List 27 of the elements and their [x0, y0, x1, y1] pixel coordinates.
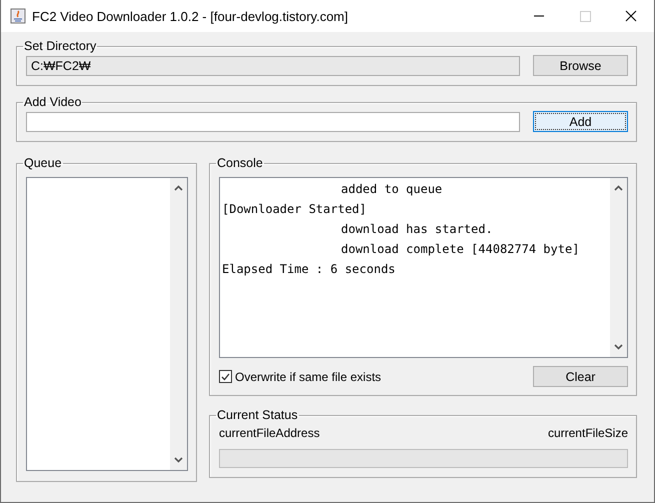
file-size-label: currentFileSize: [548, 426, 628, 440]
add-button[interactable]: Add: [533, 111, 628, 132]
browse-button[interactable]: Browse: [533, 55, 628, 76]
scrollbar[interactable]: [170, 178, 187, 470]
url-input-field[interactable]: [26, 112, 520, 132]
group-title: Queue: [24, 156, 62, 170]
scroll-down-icon[interactable]: [174, 457, 183, 463]
group-title: Set Directory: [24, 39, 96, 53]
group-title: Add Video: [24, 95, 82, 109]
checkbox-label: Overwrite if same file exists: [235, 370, 382, 384]
console-line: Elapsed Time : 6 seconds: [222, 261, 396, 278]
window-title: FC2 Video Downloader 1.0.2 - [four-devlog.tistory.com]: [32, 8, 349, 24]
console-line: download complete [44082774 byte]: [340, 241, 580, 258]
group-title: Console: [217, 156, 263, 170]
console-line: added to queue: [340, 181, 442, 198]
app-icon: [10, 8, 26, 24]
clear-button[interactable]: Clear: [533, 366, 628, 387]
scrollbar[interactable]: [610, 178, 627, 357]
directory-field[interactable]: C:₩FC2₩: [26, 56, 520, 76]
console-line: [Downloader Started]: [222, 201, 366, 218]
group-title: Current Status: [217, 408, 298, 422]
checkbox[interactable]: [219, 370, 232, 383]
file-address-label: currentFileAddress: [219, 426, 320, 440]
console-line: download has started.: [340, 221, 493, 238]
scroll-up-icon[interactable]: [614, 185, 623, 191]
scroll-up-icon[interactable]: [174, 185, 183, 191]
scroll-down-icon[interactable]: [614, 344, 623, 350]
